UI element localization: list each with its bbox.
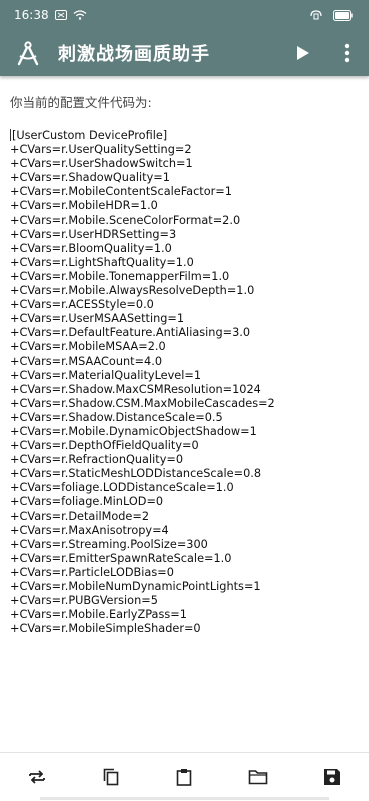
folder-icon	[248, 770, 268, 785]
config-line: +CVars=r.DefaultFeature.AntiAliasing=3.0	[10, 326, 251, 340]
config-line: +CVars=r.MaxAnisotropy=4	[10, 523, 169, 537]
config-line: +CVars=r.Mobile.EarlyZPass=1	[10, 608, 187, 622]
rotation-lock-icon	[309, 9, 323, 21]
config-prompt: 你当前的配置文件代码为:	[10, 95, 152, 110]
config-line: +CVars=r.UserMSAASetting=1	[10, 312, 185, 326]
config-line: +CVars=r.Mobile.TonemapperFilm=1.0	[10, 269, 230, 283]
folder-button[interactable]	[236, 755, 280, 799]
config-line: +CVars=r.Shadow.MaxCSMResolution=1024	[10, 382, 261, 396]
play-icon	[297, 46, 309, 60]
wifi-icon	[73, 10, 87, 20]
config-line: +CVars=r.ShadowQuality=1	[10, 171, 170, 185]
config-line: +CVars=r.StaticMeshLODDistanceScale=0.8	[10, 467, 262, 481]
config-code-editor[interactable]: [UserCustom DeviceProfile] +CVars=r.UserQ…	[10, 129, 359, 636]
config-line: +CVars=r.UserHDRSetting=3	[10, 227, 177, 241]
more-vertical-icon	[344, 43, 350, 63]
config-line: +CVars=r.ACESStyle=0.0	[10, 298, 154, 312]
compass-drafting-icon	[14, 39, 42, 67]
config-line: +CVars=r.MobileContentScaleFactor=1	[10, 185, 232, 199]
save-icon	[324, 769, 341, 785]
config-line: +CVars=r.MobileMSAA=2.0	[10, 340, 166, 354]
config-line: +CVars=r.EmitterSpawnRateScale=1.0	[10, 551, 232, 565]
app-bar: 刺激战场画质助手	[0, 30, 369, 76]
config-line: +CVars=r.UserQualitySetting=2	[10, 143, 192, 157]
copy-button[interactable]	[89, 755, 133, 799]
config-line: +CVars=r.UserShadowSwitch=1	[10, 157, 193, 171]
config-line: +CVars=r.Mobile.DynamicObjectShadow=1	[10, 424, 257, 438]
config-line: +CVars=r.PUBGVersion=5	[10, 594, 158, 608]
clipboard-icon	[177, 769, 192, 786]
config-line: +CVars=r.BloomQuality=1.0	[10, 241, 172, 255]
config-line: +CVars=r.RefractionQuality=0	[10, 453, 184, 467]
main-content: 你当前的配置文件代码为: [UserCustom DeviceProfile] +…	[0, 76, 369, 752]
config-line: +CVars=r.Mobile.AlwaysResolveDepth=1.0	[10, 284, 255, 298]
config-line: +CVars=r.DetailMode=2	[10, 509, 150, 523]
swap-button[interactable]	[15, 755, 59, 799]
config-line: +CVars=r.MSAACount=4.0	[10, 354, 162, 368]
copy-icon	[103, 768, 118, 786]
config-line: +CVars=r.Shadow.CSM.MaxMobileCascades=2	[10, 396, 275, 410]
config-line: +CVars=r.ParticleLODBias=0	[10, 565, 174, 579]
config-line: +CVars=r.MobileNumDynamicPointLights=1	[10, 580, 261, 593]
config-line: +CVars=r.LightShaftQuality=1.0	[10, 255, 194, 269]
bottom-toolbar	[0, 752, 369, 801]
text-cursor	[10, 129, 11, 141]
battery-icon	[333, 9, 353, 21]
play-button[interactable]	[281, 30, 325, 76]
config-line: +CVars=foliage.LODDistanceScale=1.0	[10, 481, 234, 495]
config-line: +CVars=r.Mobile.SceneColorFormat=2.0	[10, 213, 241, 227]
swap-icon	[28, 770, 45, 784]
config-line: +CVars=r.Streaming.PoolSize=300	[10, 537, 208, 551]
status-bar: 16:38	[0, 0, 369, 30]
app-title: 刺激战场画质助手	[58, 44, 210, 65]
more-options-button[interactable]	[325, 30, 369, 76]
config-line: +CVars=r.MobileSimpleShader=0	[10, 622, 201, 636]
config-line: +CVars=r.MaterialQualityLevel=1	[10, 368, 202, 382]
notification-icon	[54, 10, 67, 20]
config-line: [UserCustom DeviceProfile]	[10, 129, 168, 142]
config-line: +CVars=r.Shadow.DistanceScale=0.5	[10, 410, 223, 424]
config-line: +CVars=foliage.MinLOD=0	[10, 495, 164, 509]
clipboard-button[interactable]	[162, 755, 206, 799]
status-time: 16:38	[14, 8, 49, 22]
save-button[interactable]	[310, 755, 354, 799]
config-line: +CVars=r.DepthOfFieldQuality=0	[10, 439, 199, 453]
config-line: +CVars=r.MobileHDR=1.0	[10, 199, 158, 213]
